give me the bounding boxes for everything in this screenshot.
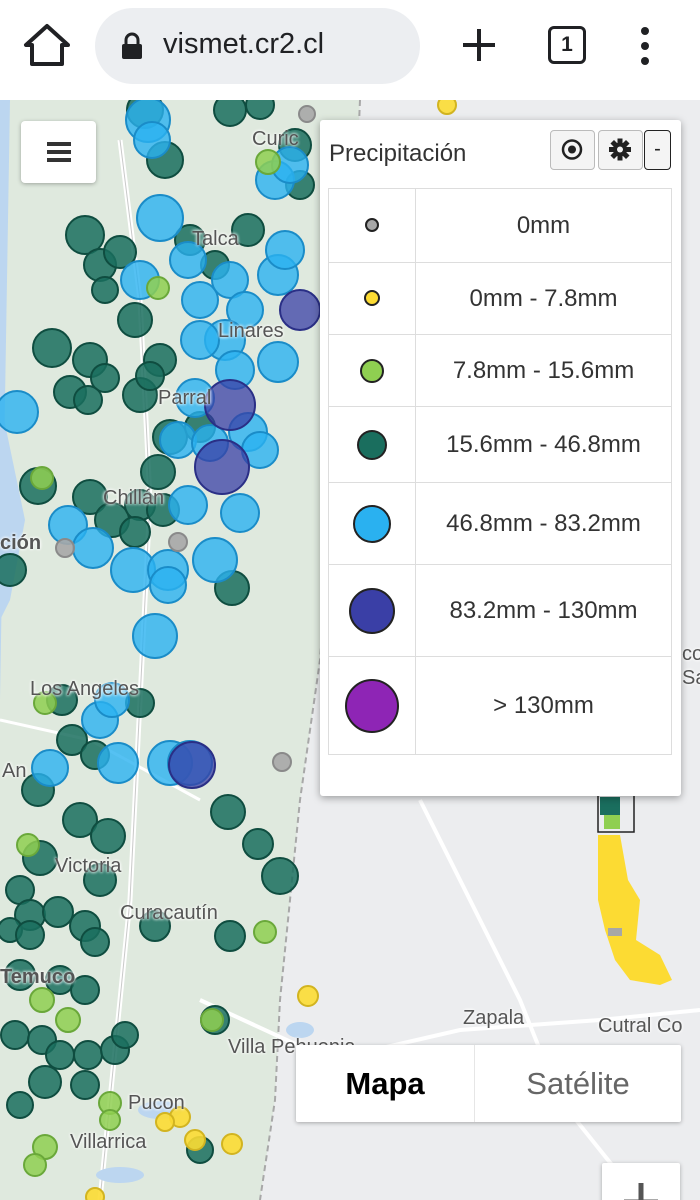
map-type-map-button[interactable]: Mapa <box>296 1045 474 1122</box>
legend-symbol-cell <box>328 188 416 263</box>
gear-icon <box>609 138 631 161</box>
place-label-linares: Linares <box>218 320 284 342</box>
legend-dot-light-blue <box>353 504 391 543</box>
map-type-control: Mapa Satélite <box>296 1045 681 1122</box>
place-label-right-edge-2: Sa <box>682 667 700 689</box>
legend-label: 0mm - 7.8mm <box>415 262 672 335</box>
url-text: vismet.cr2.cl <box>163 28 325 60</box>
legend-table: 0mm 0mm - 7.8mm 7.8mm - 15.6mm 15.6mm - … <box>328 188 672 755</box>
collapse-legend-button[interactable]: - <box>644 130 671 170</box>
legend-title: Precipitación <box>329 140 467 167</box>
legend-row: 7.8mm - 15.6mm <box>328 334 672 407</box>
legend-symbol-cell <box>328 564 416 657</box>
plus-icon <box>624 1183 658 1200</box>
legend-label: 83.2mm - 130mm <box>415 564 672 657</box>
address-bar[interactable]: vismet.cr2.cl <box>95 8 420 84</box>
plus-icon <box>463 29 495 61</box>
map[interactable]: Curic Talca Linares Parral Chillán ción … <box>0 100 700 1200</box>
hamburger-icon <box>47 142 71 146</box>
legend-dot-0mm <box>365 218 379 233</box>
hamburger-icon-line <box>47 150 71 154</box>
new-tab-button[interactable] <box>458 24 500 66</box>
hamburger-icon-line <box>47 158 71 162</box>
home-icon <box>24 24 70 66</box>
place-label-right-edge-1: co <box>682 643 700 665</box>
legend-label: 15.6mm - 46.8mm <box>415 406 672 483</box>
legend-label: 0mm <box>415 188 672 263</box>
legend-dot-dark-green <box>357 429 387 460</box>
target-icon <box>561 139 583 160</box>
legend-row: 0mm - 7.8mm <box>328 262 672 335</box>
legend-symbol-cell <box>328 334 416 407</box>
locate-button[interactable] <box>550 130 595 170</box>
tab-switcher-button[interactable]: 1 <box>548 26 586 64</box>
place-label-talca: Talca <box>192 228 239 250</box>
place-label-cutral-co: Cutral Co <box>598 1015 683 1037</box>
home-button[interactable] <box>22 22 72 68</box>
legend-dot-purple <box>345 678 399 733</box>
place-label-pucon: Pucon <box>128 1092 185 1114</box>
place-label-curacautin: Curacautín <box>120 902 218 924</box>
legend-dot-dark-blue <box>349 587 395 634</box>
browser-menu-button[interactable] <box>630 24 660 68</box>
place-label-temuco: Temuco <box>0 966 76 988</box>
place-label-zapala: Zapala <box>463 1007 525 1029</box>
legend-row: 83.2mm - 130mm <box>328 564 672 657</box>
place-label-parral: Parral <box>158 387 212 409</box>
map-type-satellite-button[interactable]: Satélite <box>474 1045 681 1122</box>
place-label-angol: An <box>2 760 27 782</box>
legend-label: 7.8mm - 15.6mm <box>415 334 672 407</box>
place-label-los-angeles: Los Angeles <box>30 678 139 700</box>
legend-symbol-cell <box>328 406 416 483</box>
precipitation-legend: Precipitación - 0mm 0mm - 7.8mm 7.8mm - … <box>320 120 681 796</box>
legend-row: 0mm <box>328 188 672 263</box>
page: vismet.cr2.cl 1 Curic Talca Linares Parr… <box>0 0 700 1200</box>
place-label-victoria: Victoria <box>55 855 122 877</box>
more-vert-icon <box>641 27 649 65</box>
place-label-concepcion: ción <box>0 532 42 554</box>
legend-symbol-cell <box>328 482 416 565</box>
place-label-curico: Curic <box>252 128 299 150</box>
legend-dot-light-green <box>360 358 384 383</box>
legend-row: 15.6mm - 46.8mm <box>328 406 672 483</box>
legend-symbol-cell <box>328 656 416 755</box>
legend-row: 46.8mm - 83.2mm <box>328 482 672 565</box>
legend-label: 46.8mm - 83.2mm <box>415 482 672 565</box>
place-label-villarrica: Villarrica <box>70 1131 147 1153</box>
legend-dot-yellow <box>364 290 380 307</box>
menu-button[interactable] <box>21 121 96 183</box>
legend-symbol-cell <box>328 262 416 335</box>
lock-icon <box>122 32 142 59</box>
legend-label: > 130mm <box>415 656 672 755</box>
legend-row: > 130mm <box>328 656 672 755</box>
zoom-in-button[interactable] <box>602 1163 680 1200</box>
place-label-chillan: Chillán <box>103 487 165 509</box>
browser-toolbar: vismet.cr2.cl 1 <box>0 0 700 100</box>
settings-button[interactable] <box>598 130 643 170</box>
